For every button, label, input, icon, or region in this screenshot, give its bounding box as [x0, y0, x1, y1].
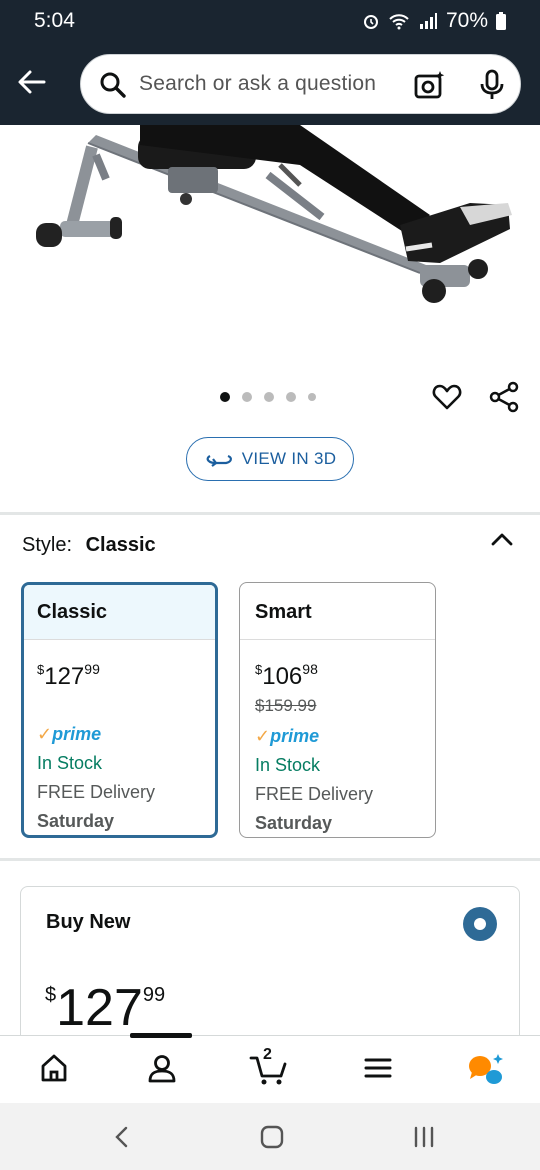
rufus-assistant-icon[interactable] — [466, 1052, 506, 1086]
bottom-tab-bar: 2 — [0, 1033, 540, 1103]
share-icon[interactable] — [488, 381, 520, 413]
search-icon — [100, 72, 126, 98]
system-home-icon[interactable] — [260, 1125, 284, 1149]
camera-search-icon[interactable] — [413, 69, 445, 101]
section-divider — [0, 858, 540, 861]
view-in-3d-label: VIEW IN 3D — [241, 449, 337, 468]
battery-percent: 70% — [445, 9, 488, 32]
stock-status: In Stock — [37, 753, 103, 773]
pagination-dot[interactable] — [264, 392, 274, 402]
alarm-icon — [363, 15, 378, 29]
back-arrow-icon[interactable] — [14, 64, 50, 100]
view-in-3d-button[interactable]: VIEW IN 3D — [186, 437, 354, 481]
status-time: 5:04 — [34, 9, 75, 32]
battery-icon — [496, 12, 506, 30]
top-bar: Search or ask a question — [0, 42, 540, 125]
option-name: Classic — [24, 585, 215, 640]
prime-badge: ✓prime — [37, 724, 102, 744]
style-option-classic[interactable]: Classic $12799 ✓prime In Stock FREE Deli… — [21, 582, 218, 838]
signal-icon — [419, 13, 437, 29]
delivery-text: FREE Delivery — [37, 782, 156, 802]
cart-tab[interactable]: 2 — [249, 1046, 289, 1091]
pagination-dot[interactable] — [220, 392, 230, 402]
search-bar[interactable]: Search or ask a question — [80, 54, 521, 114]
status-bar: 5:04 70% — [0, 0, 540, 42]
list-price: $159.99 — [255, 696, 317, 715]
pagination-dot[interactable] — [242, 392, 252, 402]
style-value: Classic — [85, 534, 156, 556]
option-price: $12799 — [37, 661, 100, 690]
cart-count: 2 — [263, 1046, 272, 1063]
section-divider — [0, 512, 540, 515]
menu-icon[interactable] — [364, 1052, 392, 1084]
style-selector-header[interactable]: Style: Classic — [22, 534, 156, 557]
product-image[interactable] — [0, 125, 540, 385]
system-recents-icon[interactable] — [412, 1125, 436, 1149]
active-tab-indicator — [130, 1033, 192, 1038]
option-name: Smart — [240, 583, 435, 640]
style-option-smart[interactable]: Smart $10698 $159.99 ✓prime In Stock FRE… — [239, 582, 436, 838]
style-label: Style: — [22, 534, 73, 556]
account-icon[interactable] — [146, 1052, 178, 1084]
microphone-icon[interactable] — [479, 69, 505, 101]
rowing-machine-image — [36, 125, 512, 303]
buy-new-price: $12799 — [45, 979, 166, 1037]
delivery-text: FREE Delivery — [255, 784, 374, 804]
prime-badge: ✓prime — [255, 726, 320, 746]
pagination-dot[interactable] — [286, 392, 296, 402]
chevron-up-icon[interactable] — [490, 530, 514, 550]
delivery-day: Saturday — [255, 813, 333, 833]
buy-new-option[interactable]: Buy New $12799 — [20, 886, 520, 1046]
home-icon[interactable] — [39, 1052, 69, 1084]
option-price: $10698 — [255, 661, 318, 690]
heart-icon[interactable] — [432, 382, 462, 412]
image-pagination-dots[interactable] — [220, 392, 316, 402]
delivery-day: Saturday — [37, 811, 115, 831]
pagination-dot[interactable] — [308, 393, 316, 401]
buy-new-radio[interactable] — [463, 907, 497, 941]
rotate-3d-icon — [206, 454, 232, 467]
buy-new-title: Buy New — [46, 911, 131, 933]
wifi-icon — [389, 14, 409, 30]
search-input[interactable]: Search or ask a question — [139, 72, 376, 96]
status-icons: 70% — [362, 9, 506, 33]
system-back-icon[interactable] — [113, 1125, 131, 1149]
system-navigation-bar — [0, 1103, 540, 1170]
stock-status: In Stock — [255, 755, 321, 775]
